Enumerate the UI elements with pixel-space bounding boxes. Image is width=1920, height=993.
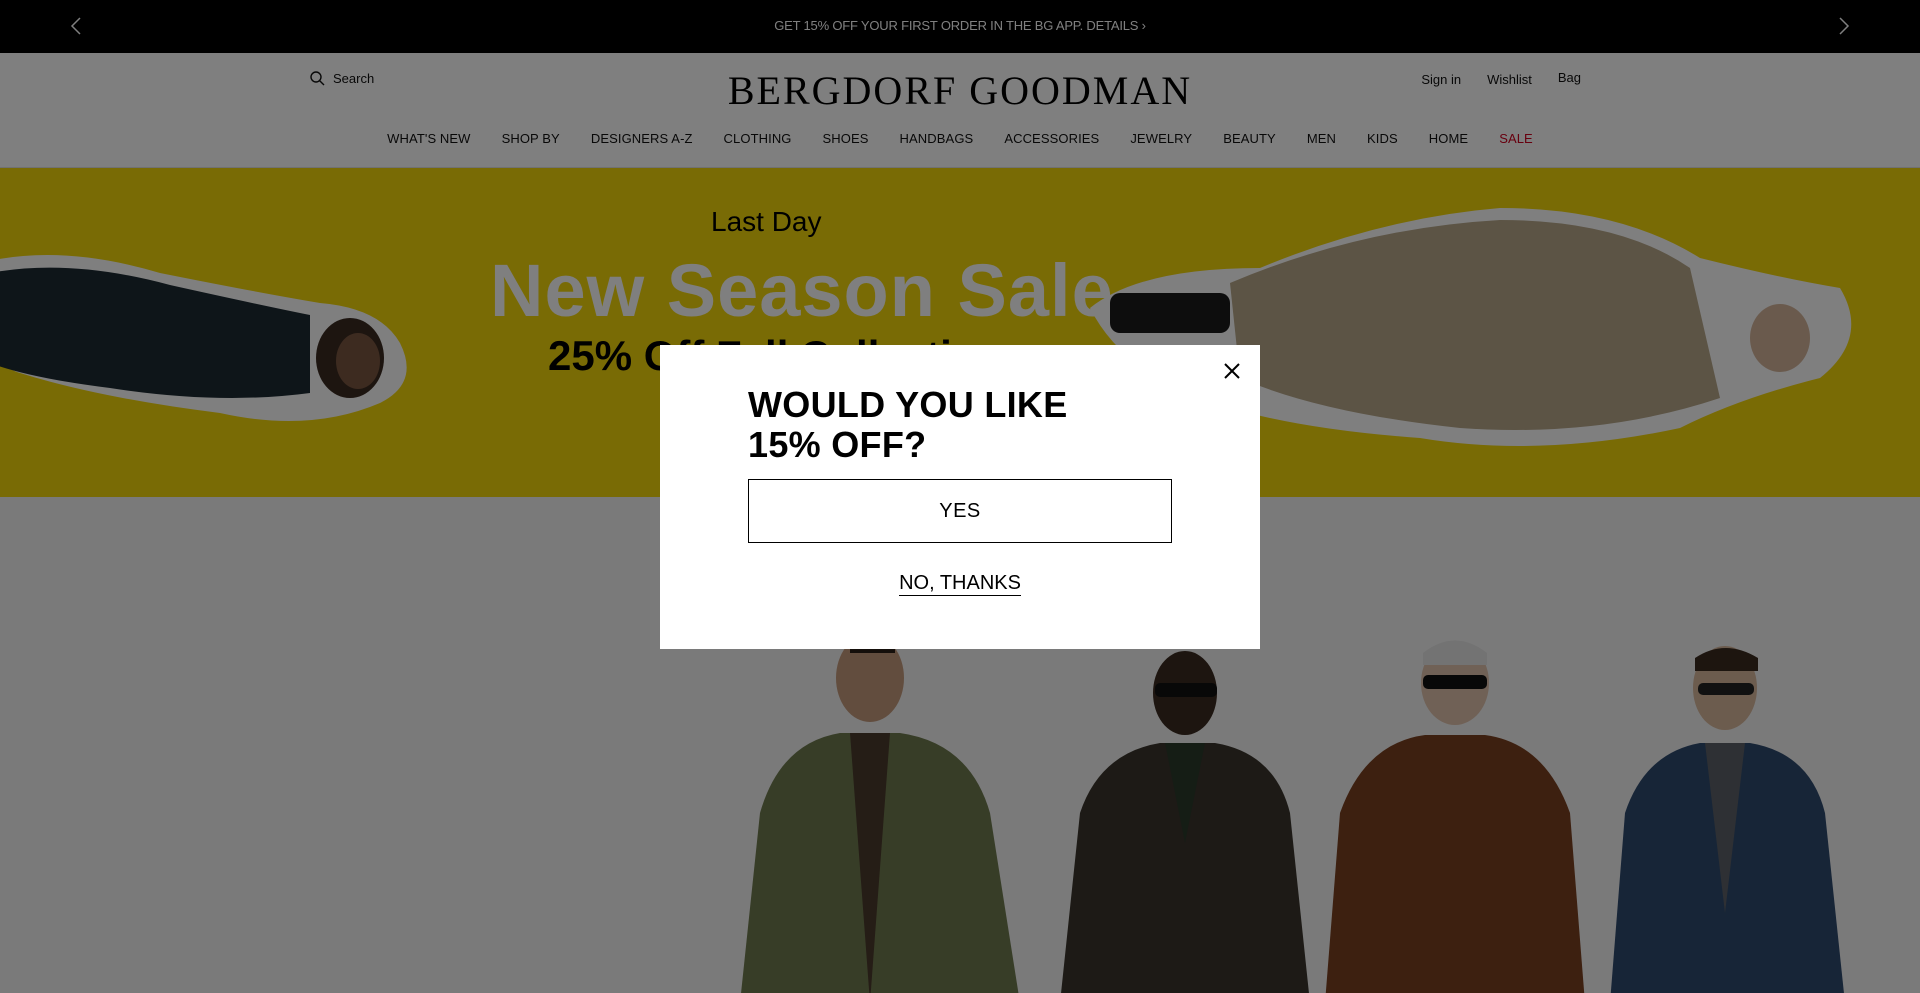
no-thanks-label: NO, THANKS <box>899 572 1021 596</box>
modal-title: WOULD YOU LIKE 15% OFF? <box>748 385 1068 465</box>
discount-modal: WOULD YOU LIKE 15% OFF? YES NO, THANKS <box>660 345 1260 649</box>
no-thanks-link[interactable]: NO, THANKS <box>660 572 1260 596</box>
close-icon <box>1224 363 1240 379</box>
modal-close-button[interactable] <box>1218 357 1246 385</box>
yes-button[interactable]: YES <box>748 479 1172 543</box>
modal-title-line-2: 15% OFF? <box>748 424 927 465</box>
modal-title-line-1: WOULD YOU LIKE <box>748 384 1068 425</box>
